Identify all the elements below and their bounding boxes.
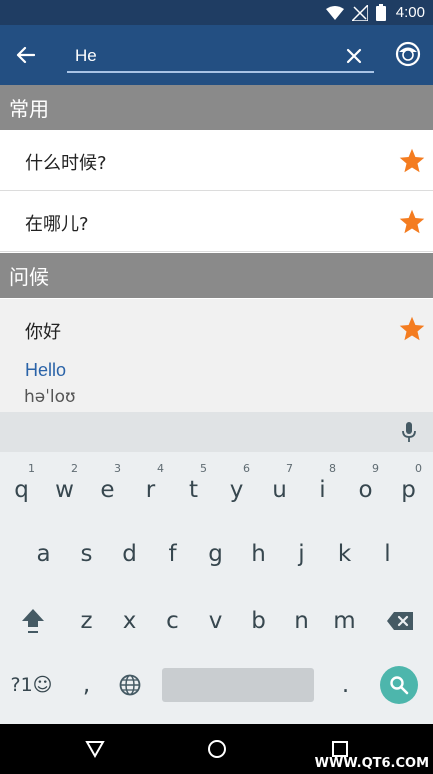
keyboard-suggestion-bar bbox=[0, 412, 433, 452]
phrase-text: 你好 bbox=[25, 322, 61, 343]
key[interactable]: v bbox=[194, 597, 237, 645]
section-header-greetings: 问候 bbox=[0, 253, 433, 298]
back-button[interactable] bbox=[10, 40, 40, 70]
search-icon bbox=[390, 676, 409, 695]
triangle-back-icon bbox=[85, 741, 105, 758]
star-icon[interactable] bbox=[398, 208, 426, 236]
search-input[interactable] bbox=[75, 43, 325, 69]
key[interactable]: m bbox=[323, 597, 366, 645]
key[interactable]: x bbox=[108, 597, 151, 645]
language-key[interactable] bbox=[108, 661, 151, 709]
toolbar bbox=[0, 25, 433, 85]
phrase-text: 什么时候? bbox=[25, 153, 107, 174]
list-item[interactable]: 什么时候? bbox=[0, 130, 433, 191]
key[interactable]: n bbox=[280, 597, 323, 645]
delete-key[interactable] bbox=[378, 597, 421, 645]
key-hint: 0 bbox=[415, 462, 422, 475]
status-bar: 4:00 bbox=[0, 0, 433, 25]
shift-icon bbox=[21, 609, 44, 633]
person-icon bbox=[395, 41, 421, 67]
watermark: WWW.QT6.COM bbox=[314, 756, 429, 771]
nav-home-button[interactable] bbox=[204, 736, 230, 762]
symbols-key[interactable]: ?1☺ bbox=[10, 661, 53, 709]
key[interactable]: a bbox=[22, 530, 65, 578]
profile-button[interactable] bbox=[393, 39, 423, 69]
key[interactable]: k bbox=[323, 530, 366, 578]
key[interactable]: c bbox=[151, 597, 194, 645]
key[interactable]: j bbox=[280, 530, 323, 578]
star-icon[interactable] bbox=[398, 147, 426, 175]
nav-back-button[interactable] bbox=[82, 736, 108, 762]
space-key[interactable] bbox=[162, 668, 314, 702]
battery-icon bbox=[375, 4, 386, 21]
key[interactable]: z bbox=[65, 597, 108, 645]
period-key[interactable]: . bbox=[324, 661, 367, 709]
search-field bbox=[67, 40, 374, 73]
key[interactable]: h bbox=[237, 530, 280, 578]
key[interactable]: d bbox=[108, 530, 151, 578]
shift-key[interactable] bbox=[11, 597, 54, 645]
close-icon bbox=[346, 48, 362, 64]
arrow-left-icon bbox=[16, 46, 35, 64]
circle-home-icon bbox=[208, 740, 226, 758]
clear-search-button[interactable] bbox=[342, 44, 366, 68]
translation-text: Hello bbox=[25, 360, 67, 380]
star-icon[interactable] bbox=[398, 315, 426, 343]
clock: 4:00 bbox=[395, 4, 425, 21]
globe-icon bbox=[119, 674, 140, 696]
key[interactable]: l bbox=[366, 530, 409, 578]
pronunciation-text: həˈloʊ bbox=[24, 387, 76, 407]
phrase-text: 在哪儿? bbox=[25, 214, 89, 235]
backspace-icon bbox=[386, 612, 413, 630]
voice-input-button[interactable] bbox=[397, 420, 421, 444]
key[interactable]: g bbox=[194, 530, 237, 578]
navigation-bar: WWW.QT6.COM bbox=[0, 724, 433, 774]
wifi-icon bbox=[325, 5, 344, 20]
signal-icon bbox=[351, 4, 368, 21]
search-key[interactable] bbox=[380, 666, 418, 704]
section-header-common: 常用 bbox=[0, 85, 433, 130]
list-item-expanded[interactable]: 你好 Hello həˈloʊ bbox=[0, 299, 433, 412]
list-item[interactable]: 在哪儿? bbox=[0, 191, 433, 252]
key[interactable]: b bbox=[237, 597, 280, 645]
key[interactable]: f bbox=[151, 530, 194, 578]
status-icons: 4:00 bbox=[325, 0, 433, 25]
comma-key[interactable]: , bbox=[65, 661, 108, 709]
mic-icon bbox=[402, 422, 416, 442]
soft-keyboard: q1w2e3r4t5y6u7i8o9p0 asdfghjkl zxcvbnm ?… bbox=[0, 412, 433, 724]
key[interactable]: s bbox=[65, 530, 108, 578]
